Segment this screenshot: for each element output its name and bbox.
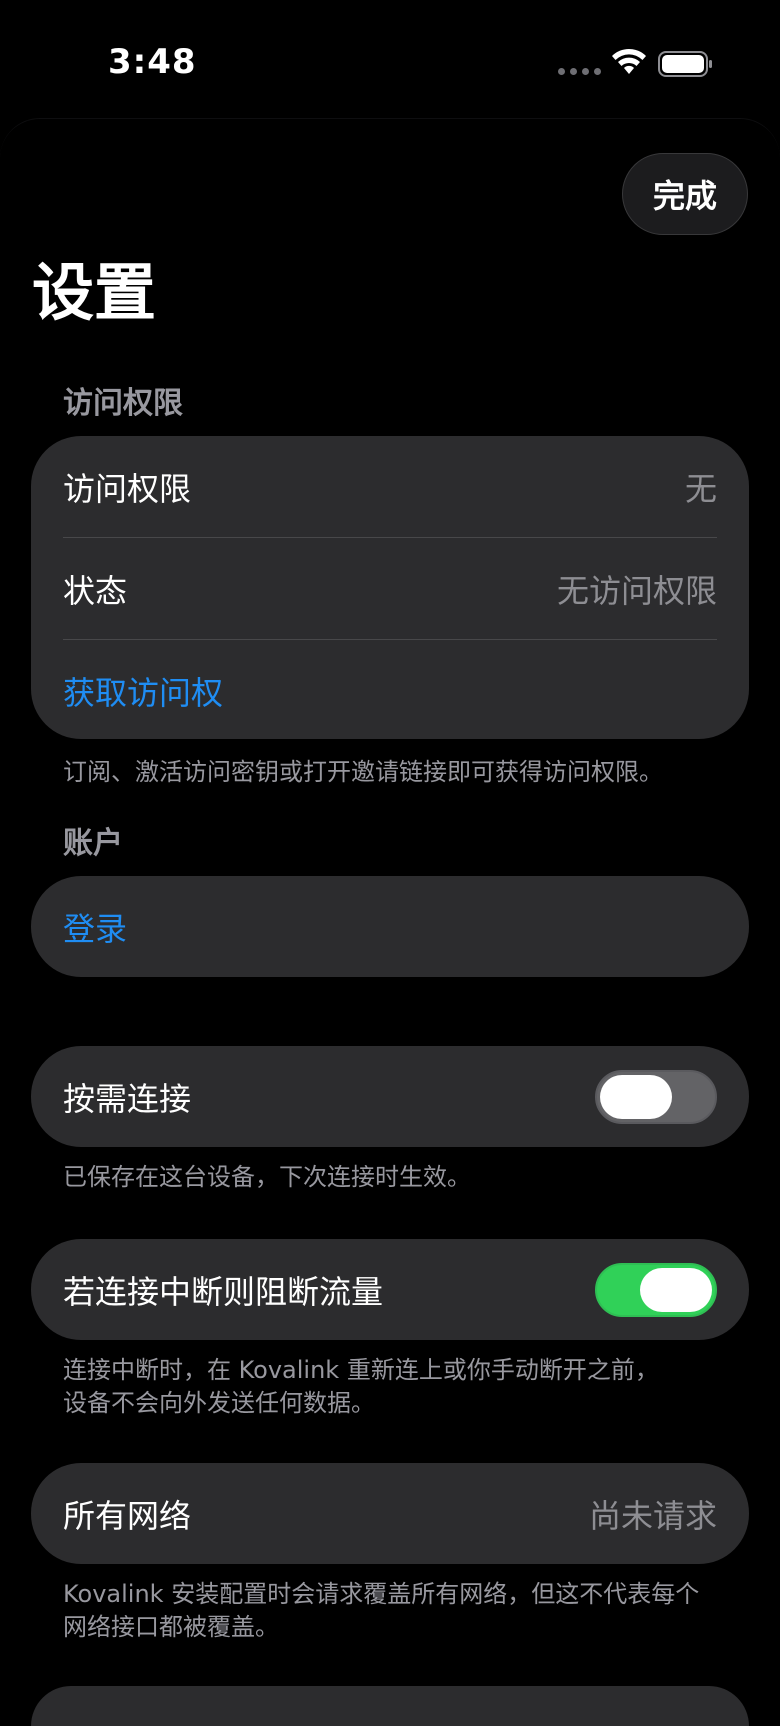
kill-switch-footnote: 连接中断时，在 Kovalink 重新连上或你手动断开之前， 设备不会向外发送任… bbox=[63, 1354, 723, 1420]
on-demand-label: 按需连接 bbox=[63, 1079, 192, 1118]
status-row: 状态 无访问权限 bbox=[31, 538, 749, 639]
status-time: 3:48 bbox=[108, 42, 197, 82]
kill-switch-row: 若连接中断则阻断流量 bbox=[31, 1239, 749, 1340]
access-row: 访问权限 无 bbox=[31, 436, 749, 537]
all-networks-footnote: Kovalink 安装配置时会请求覆盖所有网络，但这不代表每个 网络接口都被覆盖… bbox=[63, 1578, 723, 1644]
login-row[interactable]: 登录 bbox=[31, 876, 749, 977]
section-header-access: 访问权限 bbox=[63, 386, 183, 421]
wifi-icon bbox=[612, 48, 646, 74]
on-demand-card: 按需连接 bbox=[31, 1046, 749, 1147]
page-title: 设置 bbox=[32, 256, 157, 329]
all-networks-card: 所有网络 尚未请求 bbox=[31, 1463, 749, 1564]
on-demand-footnote: 已保存在这台设备，下次连接时生效。 bbox=[63, 1163, 471, 1191]
cellular-signal-icon bbox=[558, 68, 601, 75]
toggle-knob bbox=[640, 1267, 712, 1312]
kill-switch-label: 若连接中断则阻断流量 bbox=[63, 1272, 384, 1311]
on-demand-row: 按需连接 bbox=[31, 1046, 749, 1147]
login-link[interactable]: 登录 bbox=[63, 904, 127, 950]
all-networks-footnote-line1: Kovalink 安装配置时会请求覆盖所有网络，但这不代表每个 bbox=[63, 1580, 700, 1608]
all-networks-footnote-line2: 网络接口都被覆盖。 bbox=[63, 1613, 279, 1641]
kill-switch-footnote-line1: 连接中断时，在 Kovalink 重新连上或你手动断开之前， bbox=[63, 1356, 659, 1384]
access-row-label: 访问权限 bbox=[63, 469, 192, 508]
on-demand-toggle[interactable] bbox=[595, 1069, 717, 1124]
status-bar: 3:48 bbox=[0, 0, 780, 120]
battery-icon bbox=[658, 51, 712, 77]
get-access-row[interactable]: 获取访问权 bbox=[31, 640, 749, 739]
access-footnote: 订阅、激活访问密钥或打开邀请链接即可获得访问权限。 bbox=[63, 758, 663, 786]
done-button[interactable]: 完成 bbox=[622, 153, 748, 235]
access-row-value: 无 bbox=[684, 469, 717, 508]
status-row-label: 状态 bbox=[63, 571, 128, 610]
kill-switch-toggle[interactable] bbox=[595, 1262, 717, 1317]
section-header-account: 账户 bbox=[63, 826, 123, 861]
next-card-partial bbox=[31, 1686, 749, 1726]
status-row-value: 无访问权限 bbox=[556, 571, 717, 610]
all-networks-row[interactable]: 所有网络 尚未请求 bbox=[31, 1463, 749, 1564]
access-card: 访问权限 无 状态 无访问权限 获取访问权 bbox=[31, 436, 749, 739]
kill-switch-footnote-line2: 设备不会向外发送任何数据。 bbox=[63, 1389, 375, 1417]
toggle-knob bbox=[600, 1074, 672, 1119]
account-card: 登录 bbox=[31, 876, 749, 977]
kill-switch-card: 若连接中断则阻断流量 bbox=[31, 1239, 749, 1340]
all-networks-label: 所有网络 bbox=[63, 1496, 192, 1535]
get-access-link[interactable]: 获取访问权 bbox=[63, 668, 223, 714]
all-networks-value: 尚未请求 bbox=[588, 1496, 717, 1535]
